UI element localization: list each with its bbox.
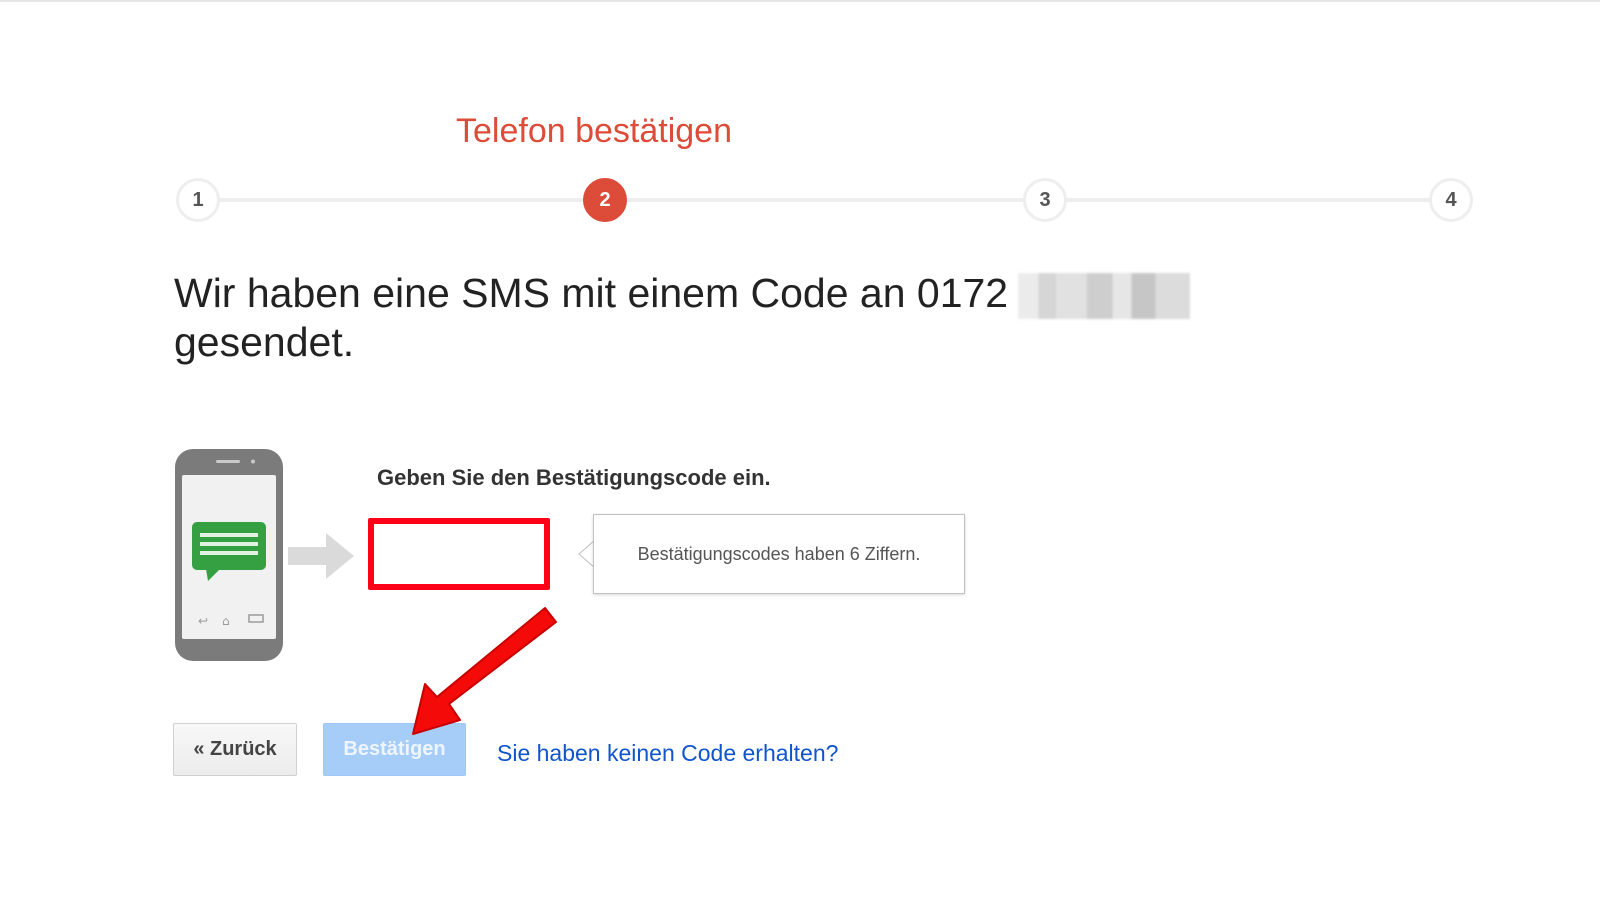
phone-sms-icon: ↩ ⌂ — [175, 449, 283, 661]
top-divider — [0, 0, 1600, 2]
step-4: 4 — [1429, 178, 1473, 222]
svg-text:↩: ↩ — [198, 614, 208, 628]
headline-text-end: gesendet. — [174, 319, 355, 365]
headline-text: Wir haben eine SMS mit einem Code an 017… — [174, 270, 1009, 316]
svg-text:⌂: ⌂ — [222, 614, 230, 628]
back-button[interactable]: « Zurück — [173, 723, 297, 776]
step-title: Telefon bestätigen — [456, 112, 732, 150]
step-3: 3 — [1023, 178, 1067, 222]
stepper-track — [198, 198, 1450, 202]
hint-text: Bestätigungscodes haben 6 Ziffern. — [637, 543, 921, 564]
verification-code-input[interactable] — [368, 518, 550, 590]
arrow-right-icon — [288, 533, 354, 579]
step-1: 1 — [176, 178, 220, 222]
page-headline: Wir haben eine SMS mit einem Code an 017… — [174, 270, 1324, 365]
code-prompt-label: Geben Sie den Bestätigungscode ein. — [377, 465, 771, 490]
blurred-phone-number — [1018, 273, 1191, 319]
red-arrow-annotation-icon — [412, 607, 557, 735]
step-2-active: 2 — [583, 178, 627, 222]
code-hint-tooltip: Bestätigungscodes haben 6 Ziffern. — [593, 514, 965, 594]
